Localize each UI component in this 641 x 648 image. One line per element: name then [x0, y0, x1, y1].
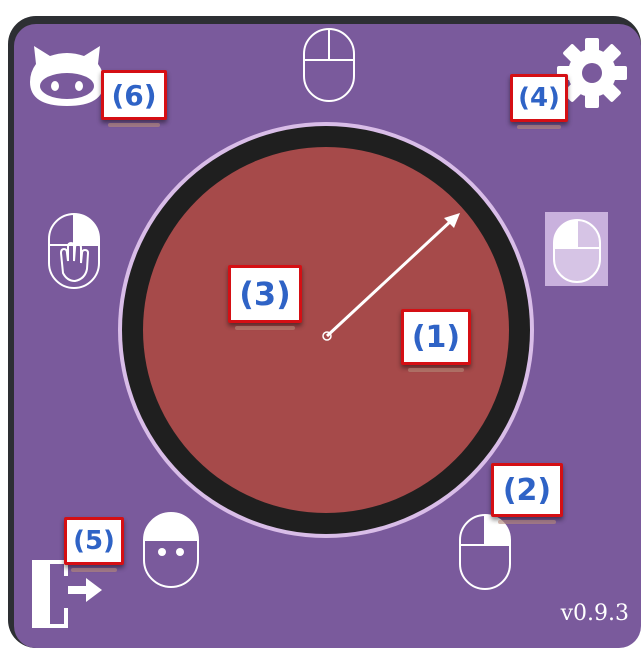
version-label: v0.9.3	[560, 601, 629, 626]
mouse-left-click-icon[interactable]	[551, 218, 603, 284]
pointer-dial[interactable]	[116, 120, 536, 540]
callout-badge-2: (2)	[491, 463, 563, 524]
callout-badge-5: (5)	[64, 517, 124, 572]
callout-badge-1: (1)	[401, 309, 471, 372]
mouse-outline-icon[interactable]	[300, 26, 358, 104]
github-cat-icon[interactable]	[28, 44, 106, 108]
callout-badge-4: (4)	[510, 74, 568, 129]
callout-badge-3: (3)	[228, 265, 302, 330]
mouse-face-icon[interactable]	[140, 510, 202, 590]
callout-badge-6: (6)	[101, 70, 167, 127]
mouse-hand-grab-icon[interactable]	[45, 211, 103, 291]
mouse-right-click-icon[interactable]	[456, 512, 514, 592]
